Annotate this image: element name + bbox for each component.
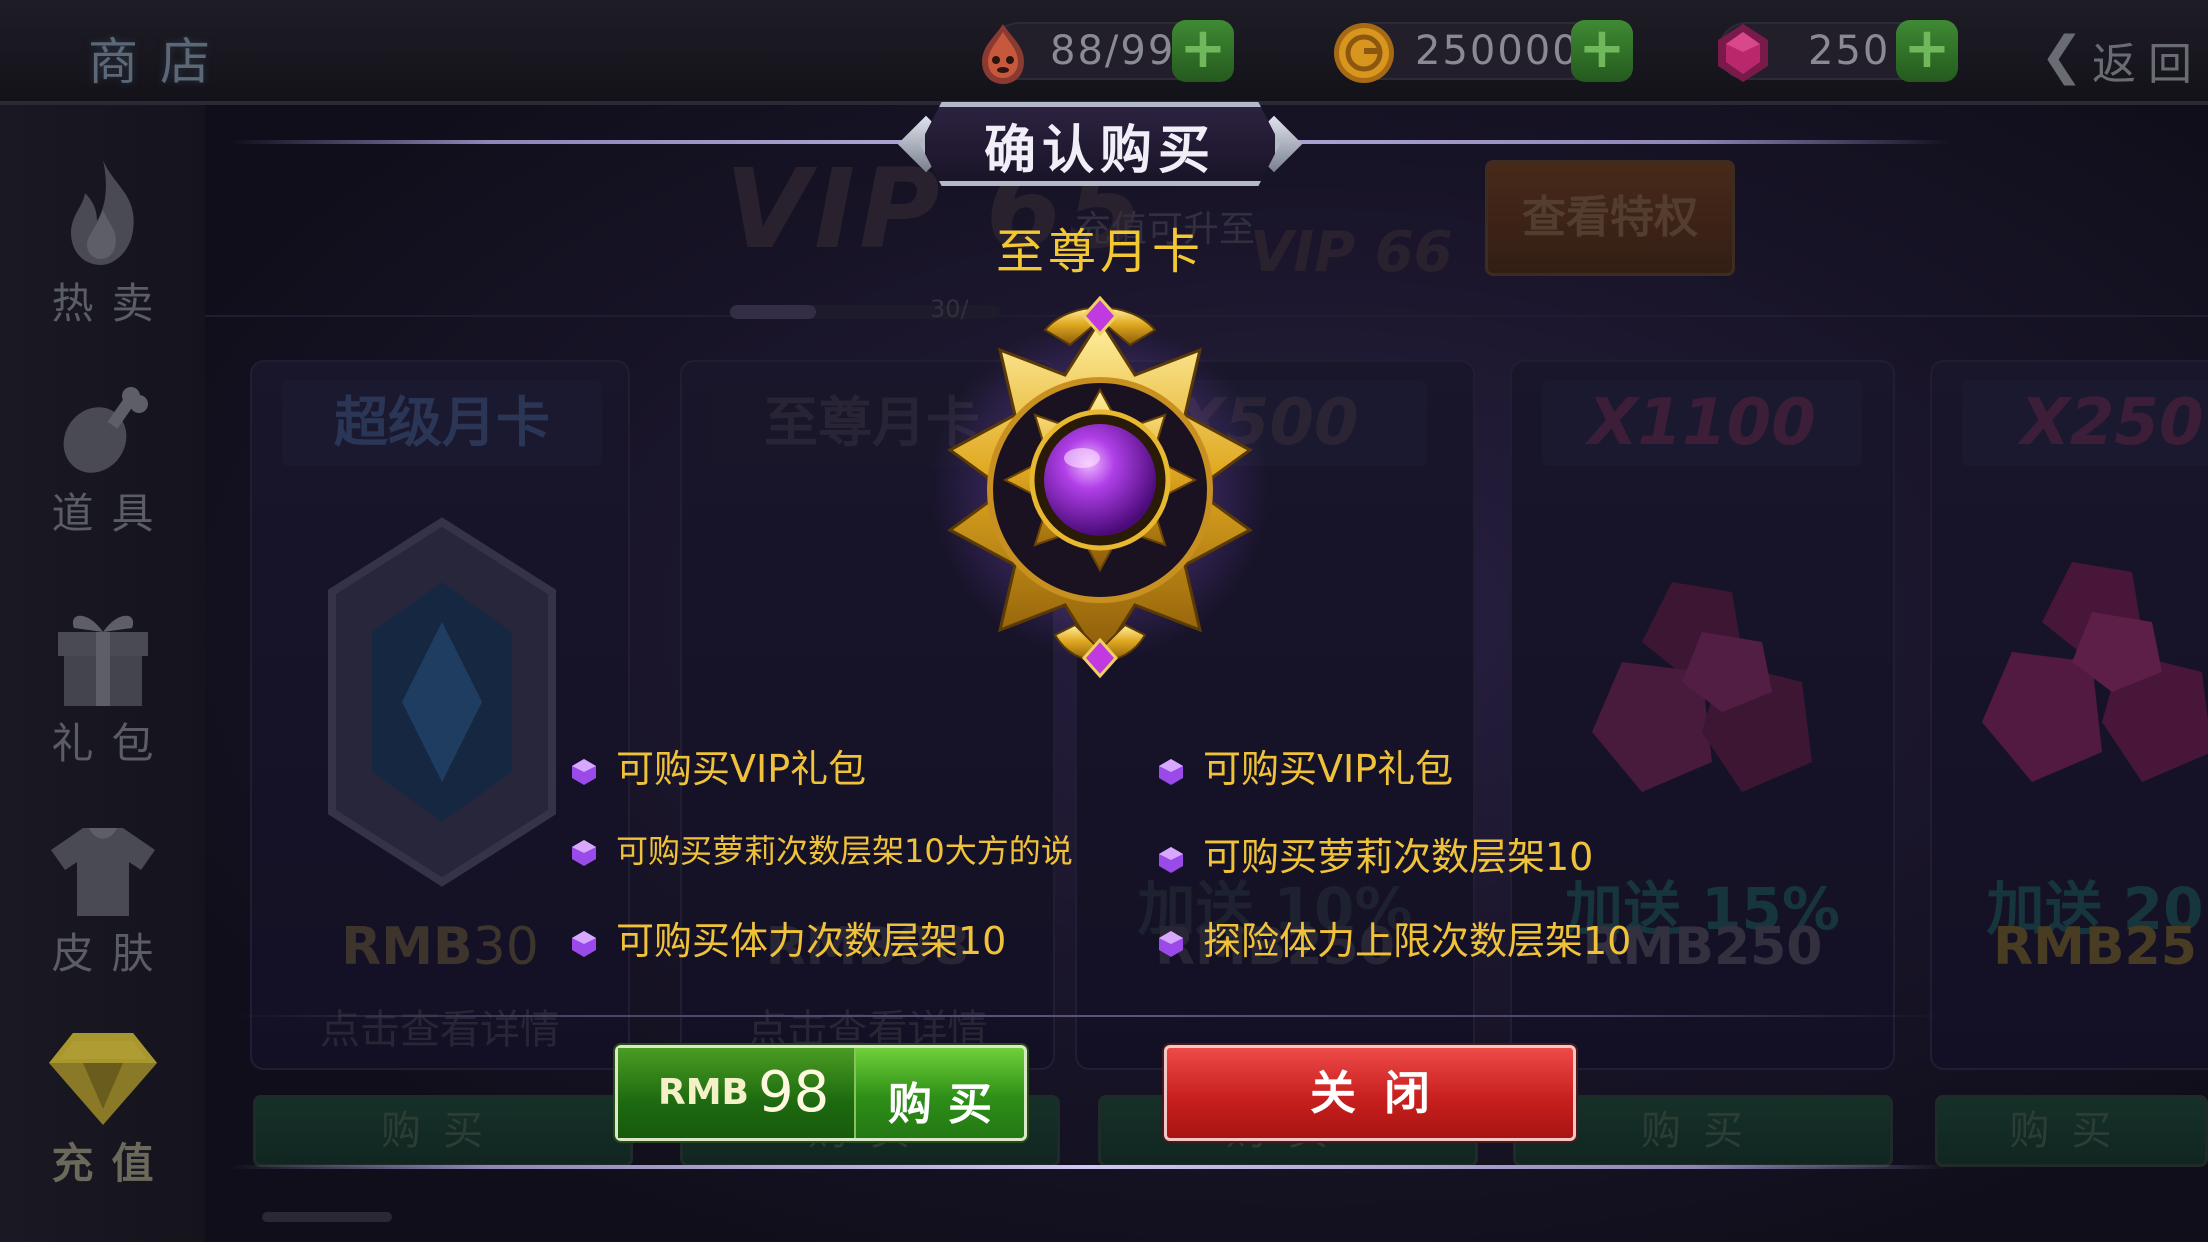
drumstick-icon [63,387,148,473]
feature-text: 可购买体力次数层架10 [616,919,1007,963]
back-button[interactable]: ❮ 返回 [2040,24,2208,90]
stamina-counter: 88/99 + [982,20,1234,84]
sidebar-item-label: 道具 [51,489,172,538]
dialog-header: 确认购买 [897,92,1303,196]
sidebar-item-label: 皮肤 [51,929,172,978]
stamina-value: 88/99 [1050,28,1176,74]
feature-item: 可购买萝莉次数层架10 [1157,826,1594,879]
sidebar-item-label: 礼包 [51,719,172,768]
stamina-potion-icon [982,24,1024,84]
purple-gem-bullet-icon [572,758,596,785]
feature-text: 可购买VIP礼包 [616,747,867,791]
feature-item: 可购买体力次数层架10 [570,910,1007,963]
gift-icon [57,615,148,706]
feature-text: 可购买VIP礼包 [1203,747,1454,791]
feature-item: 可购买VIP礼包 [1157,738,1454,791]
feature-text: 可购买萝莉次数层架10 [1203,835,1594,879]
purple-gem-bullet-icon [572,930,596,957]
feature-text: 探险体力上限次数层架10 [1203,919,1632,963]
diamond-icon [48,1033,157,1125]
sidebar-item-skin[interactable]: 皮肤 [0,820,205,981]
sidebar-item-gift[interactable]: 礼包 [0,590,205,771]
sidebar-item-recharge[interactable]: 充值 [0,1025,205,1191]
purple-gem-bullet-icon [1159,758,1183,785]
purple-gem-bullet-icon [572,840,596,866]
flame-icon [70,160,134,265]
buy-label: 购买 [888,1079,1008,1130]
dialog-divider [230,1015,1950,1017]
sidebar-item-items[interactable]: 道具 [0,380,205,541]
gem-icon [1718,24,1768,82]
dialog-card-name: 至尊月卡 [995,224,1204,280]
gem-counter: 250 + [1718,20,1958,82]
gold-coin-icon [1334,23,1394,83]
purple-gem-bullet-icon [1159,846,1183,873]
feature-item: 可购买VIP礼包 [570,738,867,791]
chevron-left-icon: ❮ [2040,26,2096,86]
top-bar: 商店 88/99 + 250000 + 250 + ❮ 返回 [0,0,2208,105]
add-gold-button[interactable]: + [1571,20,1633,82]
feature-text: 可购买萝莉次数层架10大方的说 [616,832,1073,870]
gold-counter: 250000 + [1334,20,1633,83]
sidebar: 热卖 道具 礼包 皮肤 充值 [0,105,205,1242]
page-title: 商店 [88,33,232,91]
gold-value: 250000 [1415,28,1580,74]
purple-gem-bullet-icon [1159,930,1183,957]
price-currency: RMB [658,1072,749,1113]
price-amount: 98 [758,1060,830,1125]
dialog-title: 确认购买 [983,121,1216,181]
shirt-icon [50,828,155,916]
feature-item: 可购买萝莉次数层架10大方的说 [570,826,1073,876]
sidebar-item-label: 热卖 [51,279,172,328]
home-indicator[interactable] [262,1212,392,1222]
sidebar-item-hot[interactable]: 热卖 [0,155,205,331]
close-button[interactable]: 关闭 [1164,1045,1576,1141]
add-stamina-button[interactable]: + [1172,20,1234,82]
sidebar-item-label: 充值 [51,1139,172,1188]
confirm-buy-button[interactable]: RMB 98 购买 [615,1045,1027,1141]
gem-value: 250 [1808,28,1891,74]
dialog-border-bottom [230,1165,1950,1169]
add-gem-button[interactable]: + [1896,20,1958,82]
back-label: 返回 [2092,39,2204,90]
feature-item: 探险体力上限次数层架10 [1157,910,1632,963]
supreme-month-card-medal-icon [930,295,1270,679]
